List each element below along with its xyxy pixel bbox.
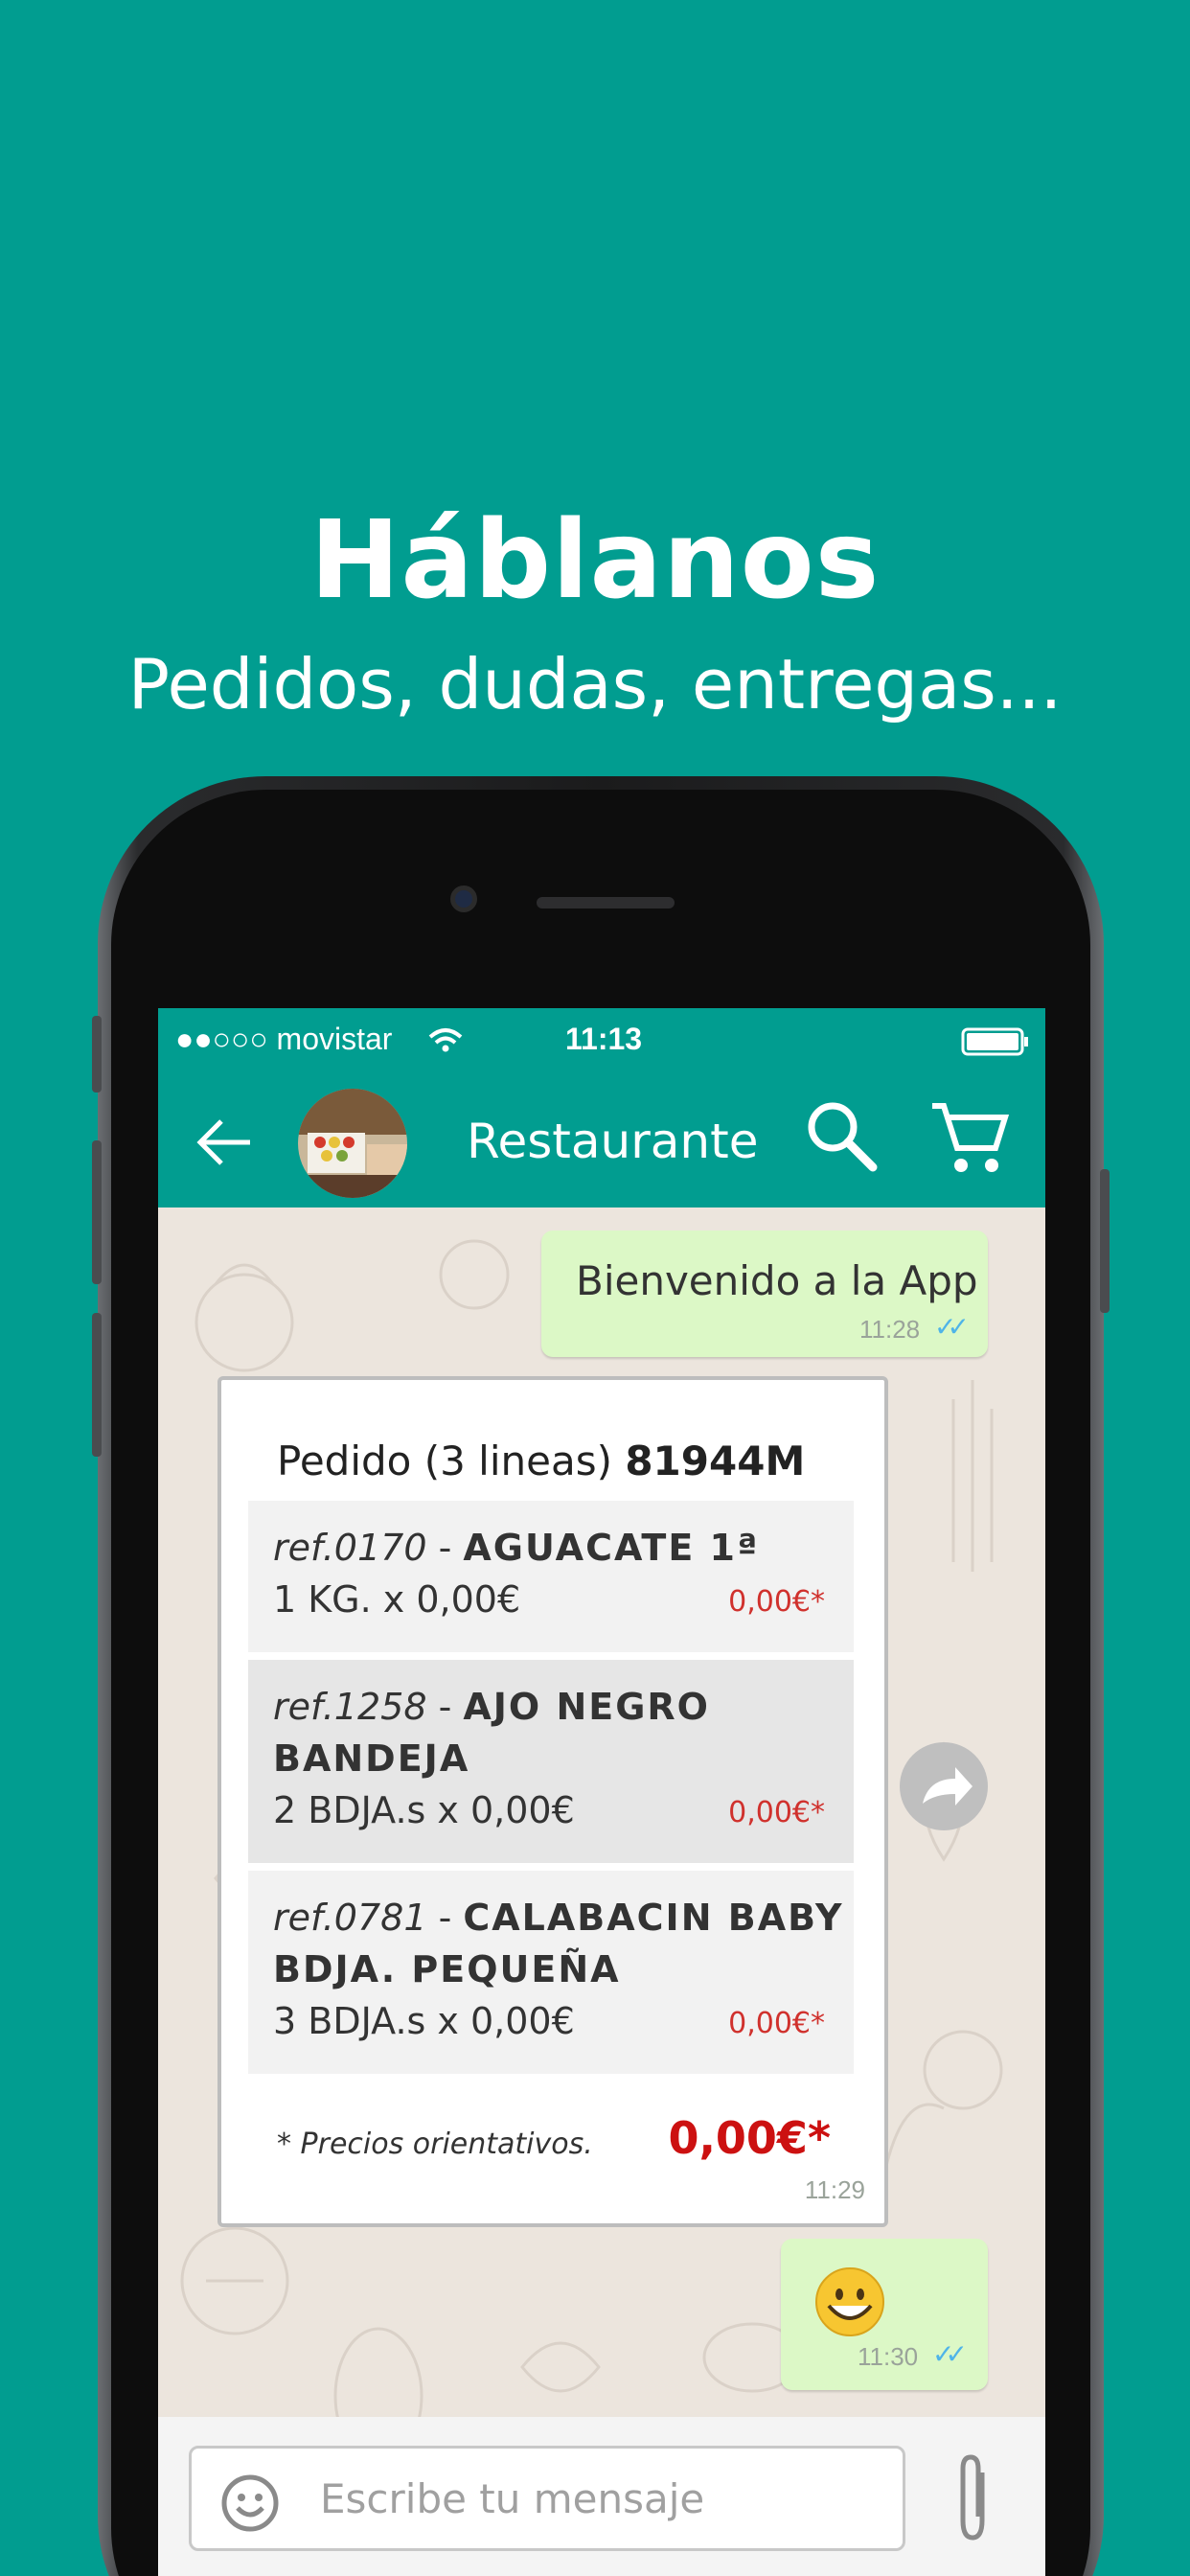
product-ref: ref.0170 [273,1527,427,1569]
message-placeholder: Escribe tu mensaje [320,2475,705,2522]
earpiece-speaker [537,897,675,908]
product-name: AGUACATE 1ª [463,1527,760,1569]
product-quantity: 2 BDJA.s x 0,00€ [273,1789,575,1831]
order-line[interactable]: ref.0781 - CALABACIN BABY BDJA. PEQUEÑA … [248,1871,854,2074]
emoji-picker-icon[interactable] [220,2473,280,2533]
volume-up-button [92,1140,102,1284]
read-receipt-icon: ✓✓ [934,1312,970,1342]
app-bar: Restaurante [158,1075,1045,1208]
read-receipt-icon: ✓✓ [932,2339,968,2369]
order-line[interactable]: ref.0170 - AGUACATE 1ª 1 KG. x 0,00€ 0,0… [248,1501,854,1652]
power-button [1100,1169,1110,1313]
promo-title: Háblanos [309,498,881,623]
front-camera [450,886,477,912]
promo-subtitle: Pedidos, dudas, entregas... [127,644,1063,724]
message-time: 11:30 [858,2342,919,2371]
message-bubble-outgoing[interactable]: Bienvenido a la App 11:28 ✓✓ [541,1230,988,1357]
order-title: Pedido (3 lineas) 81944M [277,1438,806,1484]
carrier-signal: ●●○○○ movistar [175,1022,393,1056]
status-bar: ●●○○○ movistar 11:13 [158,1008,1045,1075]
product-quantity: 3 BDJA.s x 0,00€ [273,2000,575,2042]
product-quantity: 1 KG. x 0,00€ [273,1578,521,1621]
message-composer: Escribe tu mensaje [158,2417,1045,2576]
message-text: Bienvenido a la App [576,1257,978,1304]
product-ref: ref.0781 [273,1897,427,1939]
mute-switch [92,1016,102,1092]
line-price: 0,00€* [728,1796,825,1829]
avatar[interactable] [296,1087,409,1200]
order-total: 0,00€* [668,2112,831,2164]
line-price: 0,00€* [728,1585,825,1619]
app-screen: ●●○○○ movistar 11:13 Restaurante Bienven… [158,1008,1045,2576]
product-ref: ref.1258 [273,1686,427,1728]
message-time: 11:29 [804,2175,865,2204]
order-card[interactable]: Pedido (3 lineas) 81944M ref.0170 - AGUA… [217,1376,888,2227]
smile-emoji-icon [815,2267,884,2336]
chat-title: Restaurante [467,1114,759,1169]
order-line[interactable]: ref.1258 - AJO NEGRO BANDEJA 2 BDJA.s x … [248,1660,854,1863]
product-name-cont: BANDEJA [273,1737,470,1780]
cart-icon[interactable] [928,1096,1011,1179]
battery-icon [961,1027,1028,1056]
attachment-clip-icon[interactable] [950,2453,997,2545]
product-name: AJO NEGRO [463,1686,710,1728]
product-name-cont: BDJA. PEQUEÑA [273,1948,621,1990]
clock: 11:13 [565,1022,643,1056]
product-name: CALABACIN BABY [463,1897,844,1939]
back-arrow-icon[interactable] [193,1112,254,1173]
search-icon[interactable] [802,1096,881,1175]
message-bubble-outgoing[interactable]: 11:30 ✓✓ [781,2239,988,2390]
price-disclaimer: * Precios orientativos. [277,2128,593,2161]
line-price: 0,00€* [728,2007,825,2040]
order-id: 81944M [625,1438,806,1484]
message-time: 11:28 [859,1315,921,1344]
wifi-icon [428,1028,463,1052]
message-input[interactable]: Escribe tu mensaje [189,2446,905,2551]
volume-down-button [92,1313,102,1457]
forward-button[interactable] [900,1742,988,1830]
forward-icon [923,1767,973,1806]
